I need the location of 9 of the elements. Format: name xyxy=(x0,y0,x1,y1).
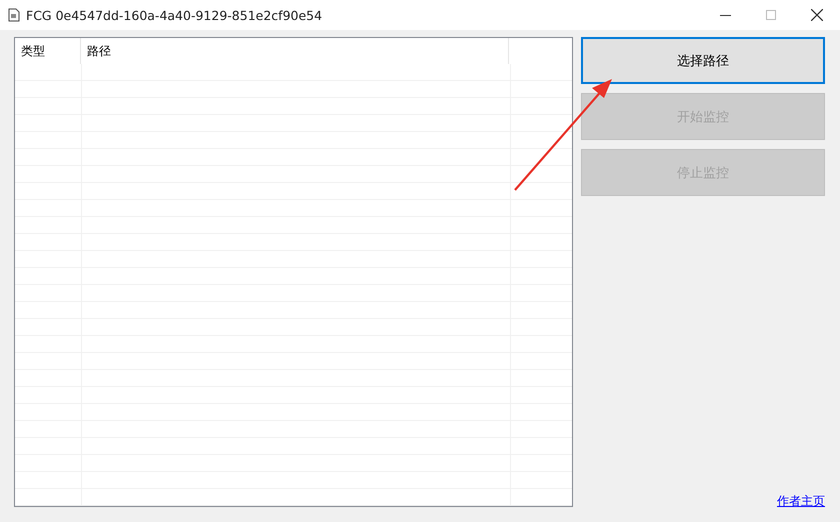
list-view[interactable]: 类型 路径 xyxy=(14,37,573,507)
minimize-icon[interactable] xyxy=(720,14,730,16)
close-icon[interactable] xyxy=(811,9,823,21)
column-header[interactable]: 类型 xyxy=(15,38,81,64)
action-button[interactable]: 选择路径 xyxy=(581,37,825,84)
window-title: FCG 0e4547dd-160a-4a40-9129-851e2cf90e54 xyxy=(26,8,324,22)
app-icon xyxy=(8,8,20,22)
column-header[interactable]: 路径 xyxy=(81,38,509,64)
author-link[interactable]: 作者主页 xyxy=(777,493,825,510)
